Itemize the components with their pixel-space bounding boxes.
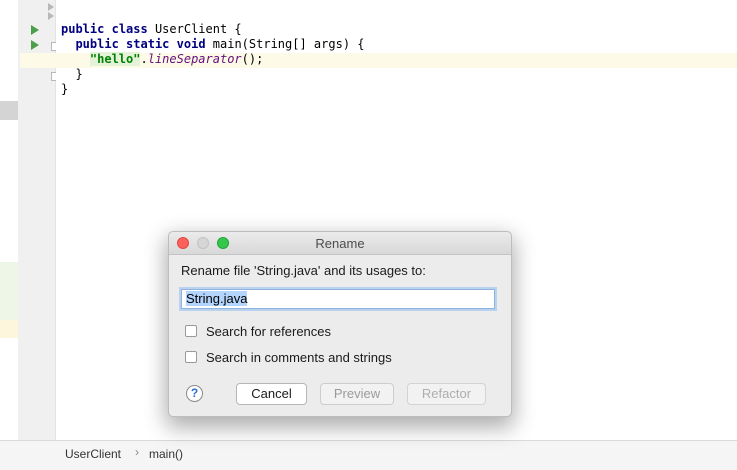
run-class-icon[interactable] (31, 25, 39, 35)
panel-marker (0, 320, 18, 338)
search-references-checkbox[interactable] (185, 325, 197, 337)
project-panel-edge: dk (0, 0, 18, 456)
breadcrumb-method[interactable]: main() (149, 447, 183, 461)
rename-prompt: Rename file 'String.java' and its usages… (181, 263, 426, 278)
breadcrumb: UserClient › main() (0, 440, 737, 470)
refactor-button[interactable]: Refactor (407, 383, 486, 405)
run-method-icon[interactable] (31, 40, 39, 50)
breadcrumb-class[interactable]: UserClient (65, 447, 121, 461)
help-icon[interactable]: ? (186, 385, 203, 402)
search-comments-checkbox[interactable] (185, 351, 197, 363)
code-line: "hello".lineSeparator(); (89, 52, 264, 66)
fold-arrow-icon[interactable] (48, 3, 54, 11)
code-line: } (75, 67, 83, 81)
selected-text: String.java (186, 291, 248, 306)
code-line: public static void main(String[] args) { (75, 37, 365, 51)
fold-arrow-icon[interactable] (48, 12, 54, 20)
panel-marker (0, 262, 18, 320)
dialog-titlebar[interactable]: Rename (169, 232, 511, 255)
code-line: } (61, 82, 69, 96)
breadcrumb-separator-icon: › (135, 445, 139, 459)
panel-marker (0, 101, 18, 120)
code-line: public class UserClient { (61, 22, 242, 36)
preview-button[interactable]: Preview (320, 383, 394, 405)
search-references-label[interactable]: Search for references (206, 324, 331, 339)
rename-dialog: Rename Rename file 'String.java' and its… (168, 231, 512, 417)
search-comments-label[interactable]: Search in comments and strings (206, 350, 392, 365)
code-text[interactable]: public class UserClient { public static … (61, 22, 365, 97)
cancel-button[interactable]: Cancel (236, 383, 307, 405)
new-name-input[interactable]: String.java (181, 289, 495, 309)
dialog-title: Rename (315, 236, 365, 251)
